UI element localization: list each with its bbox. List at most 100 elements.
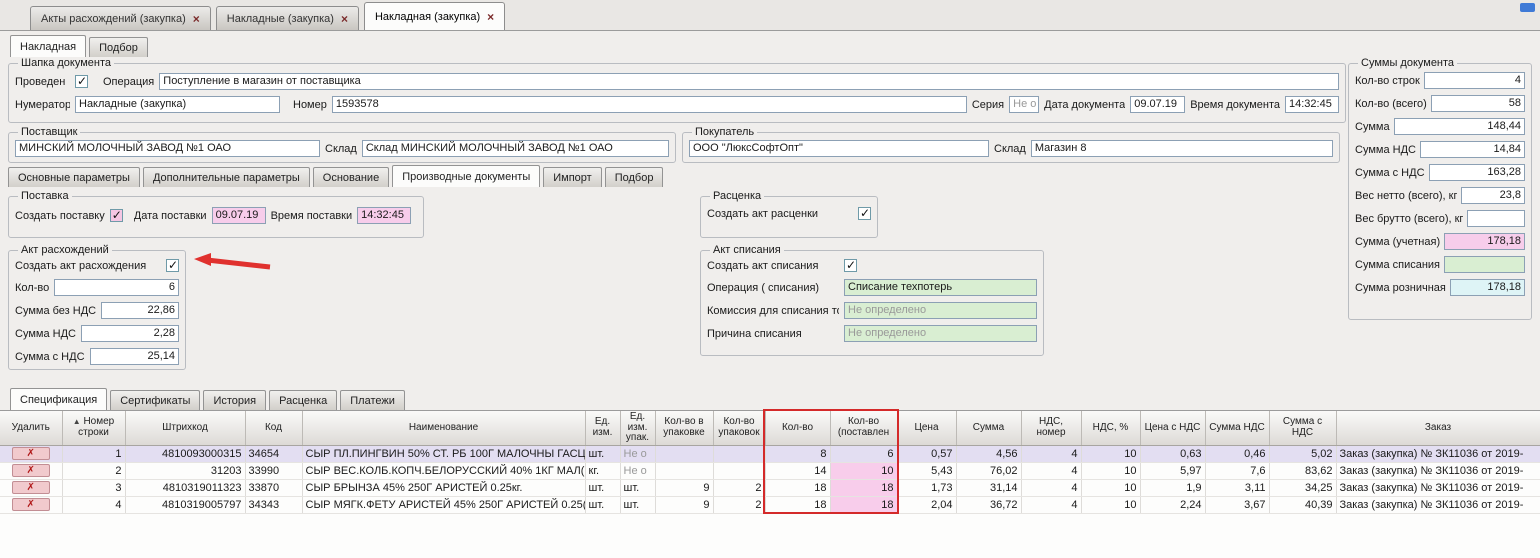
totals-retail-sum[interactable]: 178,18 [1450,279,1525,296]
tab-rascenka-bottom[interactable]: Расценка [269,390,337,410]
delete-row-button[interactable]: ✗ [12,498,50,511]
check-icon: ✓ [846,258,856,272]
col-header-qty-in-pack[interactable]: Кол-во в упаковке [655,411,713,445]
provodka-checkbox[interactable]: ✓ [75,75,88,88]
supplier-warehouse-input[interactable]: Склад МИНСКИЙ МОЛОЧНЫЙ ЗАВОД №1 ОАО [362,140,669,157]
create-akt-rashozhdeniya-label: Создать акт расхождения [15,260,161,272]
totals-sum-with-vat[interactable]: 163,28 [1429,164,1525,181]
cell: 6 [830,445,897,462]
table-row[interactable]: ✗3481031901132333870СЫР БРЫНЗА 45% 250Г … [0,479,1540,496]
create-postavka-label: Создать поставку [15,210,105,222]
create-akt-rashozhdeniya-checkbox[interactable]: ✓ [166,259,179,272]
create-rascenka-checkbox[interactable]: ✓ [858,207,871,220]
col-header-vat-percent[interactable]: НДС, % [1081,411,1140,445]
totals-net-weight[interactable]: 23,8 [1461,187,1525,204]
tab-import[interactable]: Импорт [543,167,601,187]
col-header-price[interactable]: Цена [897,411,956,445]
akt-sum-no-vat-label: Сумма без НДС [15,305,96,317]
col-header-sum-with-vat[interactable]: Сумма с НДС [1269,411,1336,445]
cell: 0,46 [1205,445,1269,462]
col-header-delete[interactable]: Удалить [0,411,62,445]
tab-dopolnitelnye-parametry[interactable]: Дополнительные параметры [143,167,310,187]
tab-proizvodnye-dokumenty[interactable]: Производные документы [392,165,540,187]
cell: 0,57 [897,445,956,462]
tab-sertifikaty[interactable]: Сертификаты [110,390,200,410]
totals-writeoff-sum[interactable] [1444,256,1525,273]
cell: 34,25 [1269,479,1336,496]
close-icon[interactable]: × [341,14,348,24]
col-header-unit[interactable]: Ед. изм. [585,411,620,445]
tab-podbor[interactable]: Подбор [89,37,148,57]
postavka-date-input[interactable]: 09.07.19 [212,207,266,224]
document-tab-strip: Накладная Подбор [10,35,151,57]
table-row[interactable]: ✗23120333990СЫР ВЕС.КОЛБ.КОПЧ.БЕЛОРУССКИ… [0,462,1540,479]
cell: 40,39 [1269,496,1336,513]
buyer-warehouse-input[interactable]: Магазин 8 [1031,140,1333,157]
tab-osnovnye-parametry[interactable]: Основные параметры [8,167,140,187]
col-header-name[interactable]: Наименование [302,411,585,445]
akt-sum-vat-input[interactable]: 2,28 [81,325,179,342]
col-header-unit-pack[interactable]: Ед. изм. упак. [620,411,655,445]
col-header-price-with-vat[interactable]: Цена с НДС [1140,411,1205,445]
series-input[interactable]: Не о [1009,96,1039,113]
totals-qty-total[interactable]: 58 [1431,95,1525,112]
close-icon[interactable]: × [487,12,494,22]
tab-nakladnaya[interactable]: Накладная [10,35,86,57]
delete-row-button[interactable]: ✗ [12,481,50,494]
col-header-qty[interactable]: Кол-во [765,411,830,445]
delete-row-button[interactable]: ✗ [12,464,50,477]
col-header-qty-delivered[interactable]: Кол-во (поставлен [830,411,897,445]
scrollbar-thumb[interactable] [1520,3,1535,12]
tab-istoriya[interactable]: История [203,390,266,410]
cell: шт. [585,496,620,513]
totals-gross-weight[interactable] [1467,210,1525,227]
numerator-input[interactable]: Накладные (закупка) [75,96,280,113]
tab-osnovanie[interactable]: Основание [313,167,389,187]
create-postavka-checkbox[interactable]: ✓ [110,209,123,222]
spisanie-reason-input[interactable]: Не определено [844,325,1037,342]
cell: шт. [620,479,655,496]
postavka-time-input[interactable]: 14:32:45 [357,207,411,224]
col-header-sum[interactable]: Сумма [956,411,1021,445]
buyer-input[interactable]: ООО "ЛюксСофтОпт" [689,140,989,157]
col-header-order[interactable]: Заказ [1336,411,1540,445]
table-row[interactable]: ✗4481031900579734343СЫР МЯГК.ФЕТУ АРИСТЕ… [0,496,1540,513]
number-input[interactable]: 1593578 [332,96,967,113]
akt-sum-with-vat-input[interactable]: 25,14 [90,348,179,365]
operation-input[interactable]: Поступление в магазин от поставщика [159,73,1339,90]
col-header-code[interactable]: Код [245,411,302,445]
col-header-line-number[interactable]: ▲ Номер строки [62,411,125,445]
totals-lines-count[interactable]: 4 [1424,72,1525,89]
window-tab-nakladnye[interactable]: Накладные (закупка) × [216,6,359,30]
close-icon[interactable]: × [193,14,200,24]
window-tab-akty-rashozhdeniy[interactable]: Акты расхождений (закупка) × [30,6,211,30]
cell: шт. [585,479,620,496]
window-tab-nakladnaya[interactable]: Накладная (закупка) × [364,2,505,30]
delete-row-button[interactable]: ✗ [12,447,50,460]
spisanie-operation-input[interactable]: Списание техпотерь [844,279,1037,296]
tab-platezhi[interactable]: Платежи [340,390,405,410]
supplier-input[interactable]: МИНСКИЙ МОЛОЧНЫЙ ЗАВОД №1 ОАО [15,140,320,157]
col-header-vat-number[interactable]: НДС, номер [1021,411,1081,445]
col-header-packs-count[interactable]: Кол-во упаковок [713,411,765,445]
col-header-sum-vat[interactable]: Сумма НДС [1205,411,1269,445]
cell: Заказ (закупка) № ЗК11036 от 2019- [1336,462,1540,479]
cell: 0,63 [1140,445,1205,462]
totals-sum-vat[interactable]: 14,84 [1420,141,1525,158]
tab-specifikaciya[interactable]: Спецификация [10,388,107,410]
akt-qty-input[interactable]: 6 [54,279,179,296]
create-akt-spisaniya-checkbox[interactable]: ✓ [844,259,857,272]
doc-date-input[interactable]: 09.07.19 [1130,96,1185,113]
tab-podbor-params[interactable]: Подбор [605,167,664,187]
cell: 2 [62,462,125,479]
tab-label: Подбор [99,42,138,54]
totals-accounting-sum[interactable]: 178,18 [1444,233,1525,250]
cell: 18 [765,479,830,496]
akt-sum-no-vat-input[interactable]: 22,86 [101,302,179,319]
table-row[interactable]: ✗1481009300031534654СЫР ПЛ.ПИНГВИН 50% С… [0,445,1540,462]
doc-time-input[interactable]: 14:32:45 [1285,96,1339,113]
col-header-barcode[interactable]: Штрихкод [125,411,245,445]
spisanie-commission-input[interactable]: Не определено [844,302,1037,319]
sort-asc-icon: ▲ [73,417,81,426]
totals-sum[interactable]: 148,44 [1394,118,1525,135]
